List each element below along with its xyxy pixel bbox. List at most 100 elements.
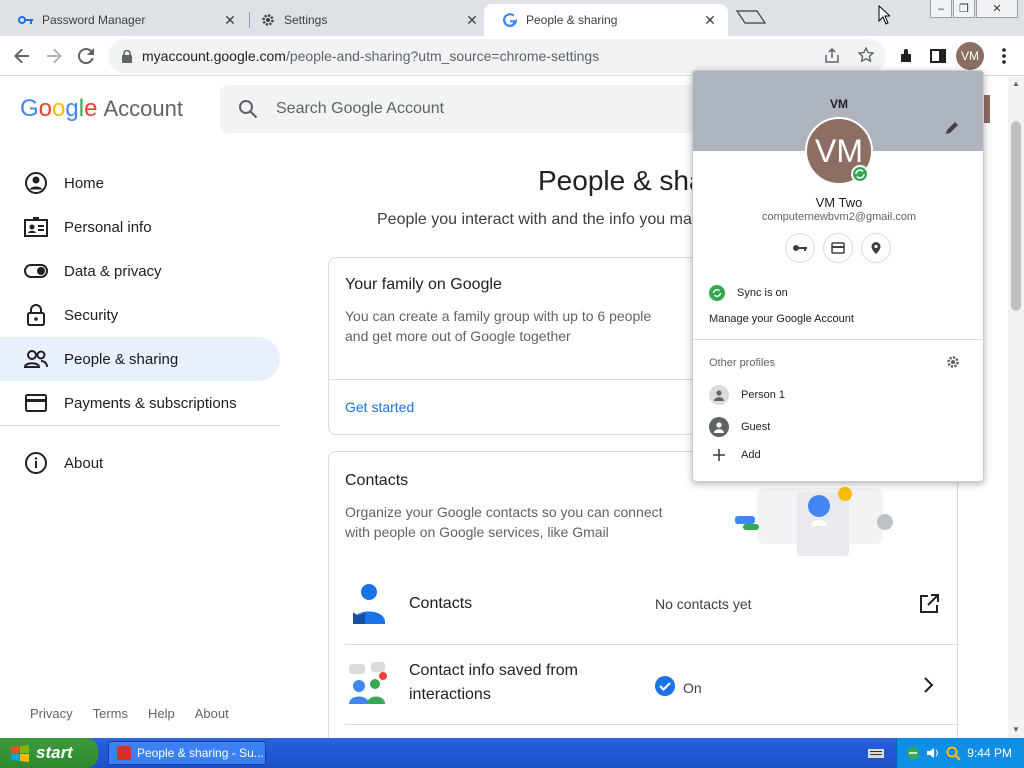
reload-icon bbox=[78, 48, 94, 64]
chevron-right-icon[interactable] bbox=[923, 676, 935, 699]
card-icon bbox=[831, 242, 845, 254]
side-panel-button[interactable] bbox=[924, 42, 952, 70]
network-tray-icon[interactable] bbox=[905, 745, 921, 761]
system-clock: 9:44 PM bbox=[967, 746, 1012, 760]
passwords-button[interactable] bbox=[785, 233, 815, 263]
minimize-button[interactable]: – bbox=[930, 0, 952, 18]
bookmark-star-icon[interactable] bbox=[857, 46, 875, 66]
sidebar-item-label: Payments & subscriptions bbox=[64, 394, 237, 412]
contacts-row-status: No contacts yet bbox=[655, 596, 752, 612]
plus-icon bbox=[709, 449, 729, 461]
search-tray-icon[interactable] bbox=[945, 745, 961, 761]
volume-tray-icon[interactable] bbox=[925, 745, 941, 761]
sidebar-item-label: Security bbox=[64, 306, 119, 324]
family-card-text-2: and get more out of Google together bbox=[345, 328, 571, 344]
extensions-button[interactable] bbox=[892, 42, 920, 70]
sidebar-item-label: People & sharing bbox=[64, 350, 179, 368]
person-avatar-icon bbox=[709, 385, 729, 405]
sidebar-item-security[interactable]: Security bbox=[0, 293, 280, 337]
sync-icon bbox=[709, 285, 725, 301]
tab-settings[interactable]: Settings ✕ bbox=[242, 4, 490, 36]
interactions-row-label-1[interactable]: Contact info saved from bbox=[409, 659, 578, 683]
maximize-button[interactable]: ❐ bbox=[953, 0, 975, 18]
sidebar-item-about[interactable]: About bbox=[0, 441, 280, 485]
addresses-button[interactable] bbox=[861, 233, 891, 263]
manage-account-link[interactable]: Manage your Google Account bbox=[693, 313, 983, 325]
contacts-status-text: No contacts yet bbox=[655, 596, 752, 612]
new-tab-button[interactable] bbox=[735, 9, 767, 25]
interactions-row-label-2[interactable]: interactions bbox=[409, 683, 491, 707]
get-started-link[interactable]: Get started bbox=[345, 399, 414, 415]
edit-pencil-icon[interactable] bbox=[945, 121, 959, 140]
sidebar-item-label: Personal info bbox=[64, 218, 152, 236]
people-icon bbox=[24, 347, 48, 371]
sidebar-item-data-privacy[interactable]: Data & privacy bbox=[0, 249, 280, 293]
profile-person-1[interactable]: Person 1 bbox=[693, 385, 983, 405]
profile-menu: VM VM VM Two computernewbvm2@gmail.com S… bbox=[692, 70, 984, 482]
add-profile-button[interactable]: Add bbox=[693, 449, 983, 461]
windows-logo-icon bbox=[10, 744, 30, 762]
side-panel-icon bbox=[930, 49, 946, 63]
google-account-logo[interactable]: Google Account bbox=[20, 95, 183, 123]
profile-banner-initials: VM bbox=[830, 97, 848, 111]
footer-link-about[interactable]: About bbox=[195, 706, 229, 721]
contacts-row-label[interactable]: Contacts bbox=[409, 592, 472, 616]
row-divider bbox=[345, 644, 959, 645]
interactions-status-text: On bbox=[683, 679, 702, 696]
chrome-window-icon bbox=[117, 746, 131, 760]
forward-button[interactable] bbox=[40, 42, 68, 70]
url-host: myaccount.google.com bbox=[142, 48, 286, 64]
sidebar-item-payments[interactable]: Payments & subscriptions bbox=[0, 381, 280, 425]
profile-guest[interactable]: Guest bbox=[693, 417, 983, 437]
payment-methods-button[interactable] bbox=[823, 233, 853, 263]
keyboard-tray-icon[interactable] bbox=[868, 746, 884, 764]
sidebar-item-personal-info[interactable]: Personal info bbox=[0, 205, 280, 249]
profile-email: computernewbvm2@gmail.com bbox=[761, 211, 917, 223]
contacts-card-text-1: Organize your Google contacts so you can… bbox=[345, 504, 663, 520]
id-card-icon bbox=[24, 215, 48, 239]
scroll-thumb[interactable] bbox=[1011, 121, 1021, 311]
close-tab-icon[interactable]: ✕ bbox=[464, 12, 480, 29]
back-button[interactable] bbox=[8, 42, 36, 70]
google-g-icon bbox=[502, 13, 518, 27]
taskbar-item-label: People & sharing - Su... bbox=[137, 746, 264, 760]
sidebar-item-people-sharing[interactable]: People & sharing bbox=[0, 337, 280, 381]
address-bar[interactable]: myaccount.google.com/people-and-sharing?… bbox=[108, 39, 886, 73]
search-input[interactable]: Search Google Account bbox=[220, 85, 700, 133]
footer-link-terms[interactable]: Terms bbox=[93, 706, 128, 721]
profile-label: Person 1 bbox=[741, 389, 786, 401]
taskbar-chrome-window[interactable]: People & sharing - Su... bbox=[108, 741, 266, 765]
profile-avatar-button[interactable]: VM bbox=[956, 42, 984, 70]
check-circle-icon bbox=[655, 676, 675, 699]
family-card-title: Your family on Google bbox=[345, 276, 502, 293]
sidebar-item-label: About bbox=[64, 454, 104, 472]
footer-link-privacy[interactable]: Privacy bbox=[30, 706, 73, 721]
arrow-left-icon bbox=[14, 48, 29, 64]
contacts-card-text-2: with people on Google services, like Gma… bbox=[345, 524, 609, 540]
footer-link-help[interactable]: Help bbox=[148, 706, 175, 721]
sync-status-text: Sync is on bbox=[737, 287, 788, 299]
tab-password-manager[interactable]: Password Manager ✕ bbox=[0, 4, 248, 36]
sidebar-item-home[interactable]: Home bbox=[0, 161, 280, 205]
close-tab-icon[interactable]: ✕ bbox=[702, 12, 718, 29]
location-pin-icon bbox=[871, 242, 881, 254]
close-tab-icon[interactable]: ✕ bbox=[222, 12, 238, 29]
sync-status-row[interactable]: Sync is on bbox=[693, 285, 983, 301]
manage-profiles-gear-icon[interactable] bbox=[946, 355, 960, 374]
open-external-icon[interactable] bbox=[919, 594, 939, 619]
tab-title: People & sharing bbox=[526, 13, 618, 27]
key-icon bbox=[18, 15, 34, 25]
gear-icon bbox=[260, 13, 276, 27]
os-taskbar: start People & sharing - Su... 9:44 PM bbox=[0, 738, 1024, 768]
tab-people-sharing[interactable]: People & sharing ✕ bbox=[484, 4, 728, 36]
scroll-down-icon[interactable]: ▼ bbox=[1012, 725, 1020, 734]
page-scrollbar[interactable]: ▲ ▼ bbox=[1008, 77, 1024, 738]
reload-button[interactable] bbox=[72, 42, 100, 70]
lock-icon bbox=[120, 48, 134, 64]
system-tray: 9:44 PM bbox=[896, 738, 1024, 768]
scroll-up-icon[interactable]: ▲ bbox=[1012, 79, 1020, 88]
chrome-menu-button[interactable] bbox=[990, 42, 1018, 70]
share-icon[interactable] bbox=[824, 47, 840, 67]
close-window-button[interactable]: ✕ bbox=[976, 0, 1018, 18]
start-button[interactable]: start bbox=[0, 738, 98, 768]
